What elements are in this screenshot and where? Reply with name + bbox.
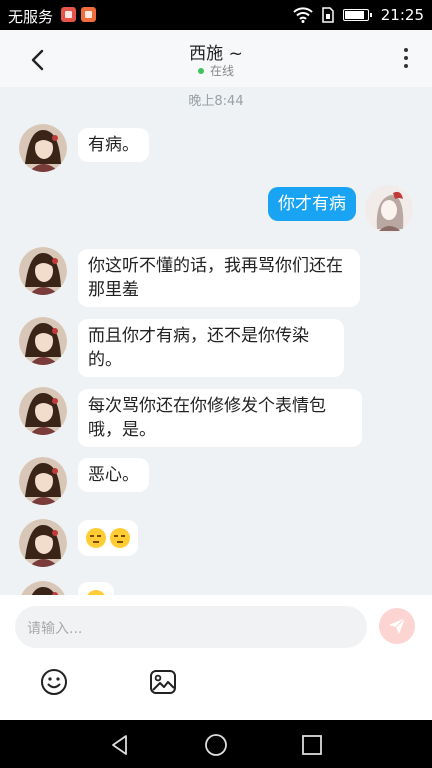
contact-avatar[interactable] [19,519,67,567]
sim-icon [322,7,334,23]
battery-icon [342,9,372,21]
carrier-label: 无服务 [8,8,54,26]
contact-avatar[interactable] [19,581,67,595]
app-notification-icon [81,7,96,22]
nav-back-icon[interactable] [108,733,132,757]
app-notification-icon [61,7,76,22]
online-status-label: 在线 [209,64,234,78]
image-button[interactable] [148,667,178,697]
message-bubble-outgoing[interactable]: 你才有病 [268,187,356,221]
message-bubble-emoji[interactable] [78,582,114,595]
message-input[interactable]: 请输入... [15,606,367,648]
chat-header: 西施 ~ 在线 [0,30,432,87]
emoji-button[interactable] [39,667,69,697]
system-nav-bar [0,720,432,768]
message-bubble[interactable]: 有病。 [78,128,149,162]
wifi-icon [293,7,313,23]
more-options-button[interactable] [398,46,414,72]
send-button[interactable] [379,608,415,644]
message-bubble[interactable]: 恶心。 [78,458,149,492]
contact-avatar[interactable] [19,457,67,505]
contact-avatar[interactable] [19,247,67,295]
nav-home-icon[interactable] [204,733,228,757]
unamused-face-emoji [86,528,106,548]
clock: 21:25 [380,6,424,24]
unamused-face-emoji [110,528,130,548]
contact-avatar[interactable] [19,124,67,172]
message-list[interactable]: 晚上8:44 有病。 你才有病 你这听不懂的话，我再骂你们还在那里羞 而且你才有… [0,87,432,595]
message-bubble[interactable]: 每次骂你还在你修修发个表情包哦，是。 [78,389,362,447]
composer: 请输入... [0,595,432,720]
message-bubble[interactable]: 你这听不懂的话，我再骂你们还在那里羞 [78,249,360,307]
my-avatar[interactable] [365,185,413,233]
online-status: 在线 [0,62,432,79]
online-dot-icon [197,67,204,74]
message-bubble-emoji[interactable] [78,520,138,556]
contact-name[interactable]: 西施 ~ [0,39,432,64]
status-bar: 无服务 21:25 [0,0,432,30]
send-icon [389,617,406,634]
nav-recents-icon[interactable] [300,733,324,757]
contact-avatar[interactable] [19,387,67,435]
message-bubble[interactable]: 而且你才有病，还不是你传染的。 [78,319,344,377]
contact-avatar[interactable] [19,317,67,365]
message-timestamp: 晚上8:44 [188,94,244,109]
